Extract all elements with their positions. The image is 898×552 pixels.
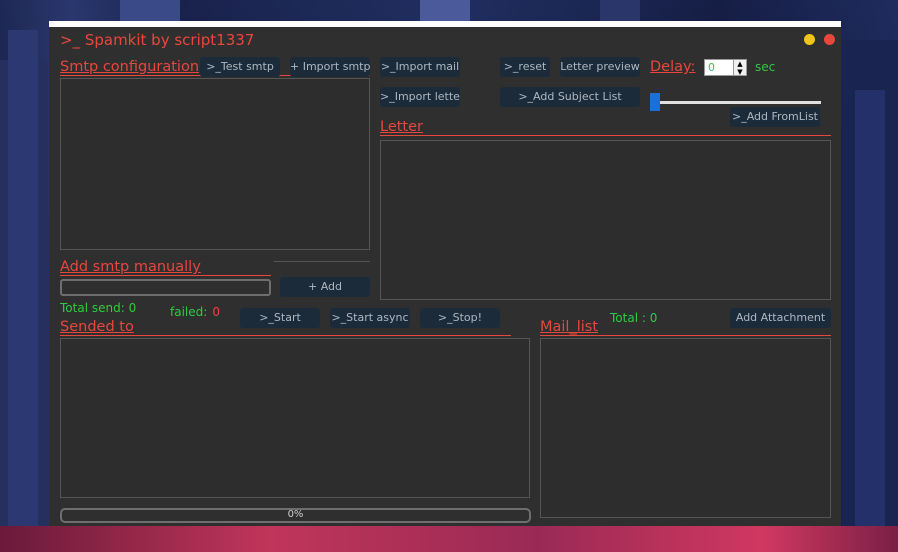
- letter-editor[interactable]: [380, 140, 831, 300]
- delay-unit: sec: [755, 60, 776, 74]
- slider-handle[interactable]: [650, 93, 660, 111]
- manual-title-divider: [60, 275, 271, 276]
- mail-list-title: Mail_list: [540, 319, 598, 335]
- mail-total-label: Total : 0: [610, 311, 658, 325]
- letter-title: Letter: [380, 119, 423, 135]
- total-send-value: 0: [128, 301, 137, 315]
- delay-label: Delay:: [650, 59, 696, 75]
- delay-value: 0: [708, 61, 715, 74]
- start-button[interactable]: >_Start: [240, 308, 320, 328]
- add-attachment-button[interactable]: Add Attachment: [730, 308, 831, 328]
- import-mail-button[interactable]: >_Import mail: [380, 57, 460, 77]
- delay-slider[interactable]: [650, 93, 821, 113]
- test-smtp-button[interactable]: >_Test smtp: [200, 57, 280, 77]
- add-subject-list-button[interactable]: >_Add Subject List: [500, 87, 640, 107]
- smtp-manual-input[interactable]: [60, 279, 271, 296]
- progress-value: 0%: [287, 509, 304, 520]
- spin-up-icon[interactable]: ▲: [733, 60, 746, 68]
- failed-label: failed:: [170, 305, 208, 319]
- spin-down-icon[interactable]: ▼: [733, 68, 746, 76]
- sended-title-divider: [60, 335, 511, 336]
- manual-divider-right: [274, 261, 370, 262]
- add-smtp-button[interactable]: + Add: [280, 277, 370, 297]
- add-smtp-manually-title: Add smtp manually: [60, 259, 201, 275]
- letter-preview-button[interactable]: Letter preview: [560, 57, 640, 77]
- import-letter-button[interactable]: >_Import letter: [380, 87, 460, 107]
- total-send-label: Total send: 0: [60, 301, 136, 315]
- stop-button[interactable]: >_Stop!: [420, 308, 500, 328]
- app-window: >_ Spamkit by script1337 Smtp configurat…: [49, 21, 841, 526]
- delay-spinbox[interactable]: 0 ▲ ▼: [704, 59, 747, 76]
- mail-list-divider: [540, 335, 831, 336]
- close-button[interactable]: [824, 34, 835, 45]
- letter-title-divider: [380, 135, 831, 136]
- minimize-button[interactable]: [804, 34, 815, 45]
- reset-button[interactable]: >_reset: [500, 57, 550, 77]
- failed-value: 0: [212, 305, 221, 319]
- send-progress-bar: 0%: [60, 508, 531, 523]
- slider-track: [650, 101, 821, 104]
- import-smtp-button[interactable]: + Import smtp: [290, 57, 370, 77]
- smtp-list-panel[interactable]: [60, 78, 370, 250]
- window-title: >_ Spamkit by script1337: [60, 31, 255, 49]
- total-send-text: Total send:: [60, 301, 125, 315]
- mail-list-panel[interactable]: [540, 338, 831, 518]
- sended-to-title: Sended to: [60, 319, 134, 335]
- sended-to-list[interactable]: [60, 338, 530, 498]
- failed-counter: failed: 0: [170, 301, 220, 320]
- smtp-configuration-title: Smtp configuration: [60, 59, 200, 75]
- start-async-button[interactable]: >_Start async: [330, 308, 410, 328]
